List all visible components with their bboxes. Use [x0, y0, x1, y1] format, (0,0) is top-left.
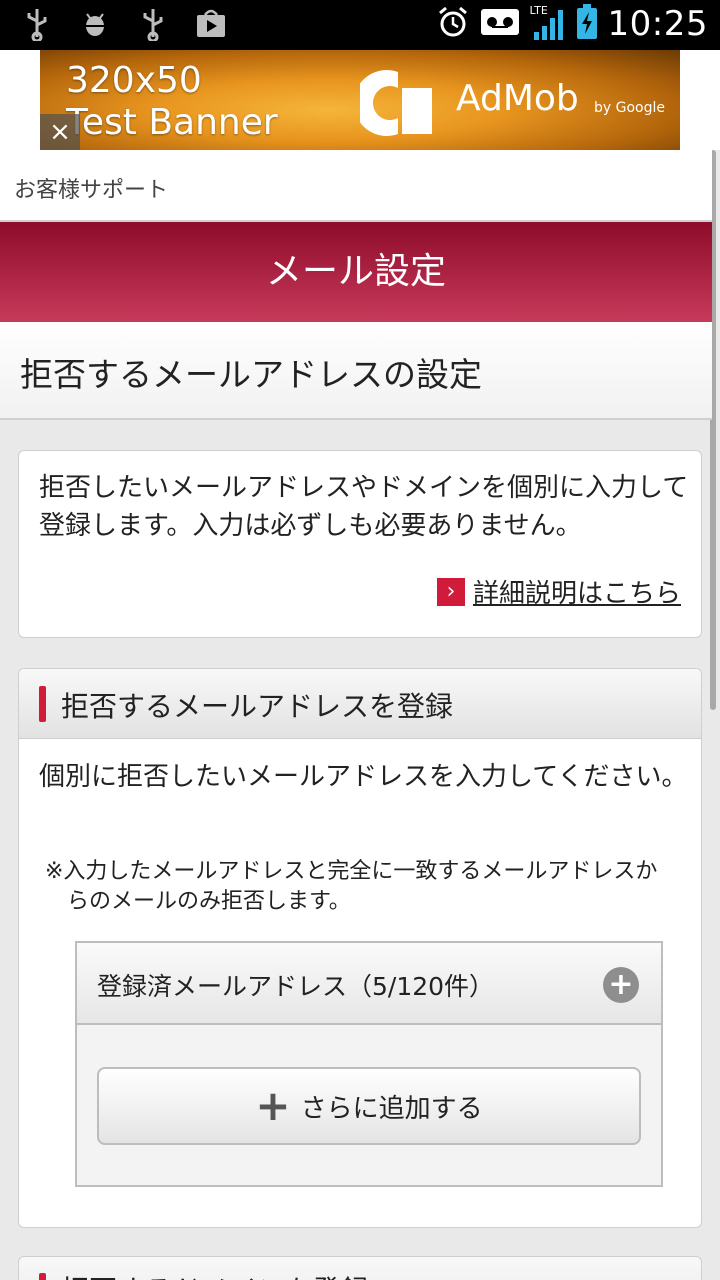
section-description: 個別に拒否したいメールアドレスを入力してください。 [39, 762, 688, 792]
ad-brand: AdMob [456, 78, 579, 119]
ad-banner-container: 320x50 Test Banner AdMob by Google × [0, 50, 720, 150]
ad-by-google: by Google [594, 100, 665, 116]
registered-addresses-title: 登録済メールアドレス（5/120件） [97, 972, 495, 1001]
breadcrumb: お客様サポート [0, 150, 712, 222]
page-subtitle-bar: 拒否するメールアドレスの設定 [0, 322, 712, 420]
registered-addresses-panel: 登録済メールアドレス（5/120件） + + さらに追加する [75, 941, 663, 1187]
add-more-button[interactable]: + さらに追加する [97, 1067, 641, 1145]
accent-bar [39, 1273, 46, 1280]
alarm-icon [436, 5, 470, 43]
section-title: 拒否するメールアドレスを登録 [61, 690, 454, 723]
play-store-icon [194, 6, 228, 42]
ad-size-label: 320x50 [66, 60, 202, 101]
expand-plus-icon[interactable]: + [603, 967, 639, 1003]
page-title: メール設定 [265, 251, 446, 292]
clock: 10:25 [607, 4, 708, 44]
detail-link[interactable]: › 詳細説明はこちら [436, 573, 681, 610]
android-debug-icon [78, 6, 112, 42]
battery-charging-icon [576, 4, 598, 44]
section-title: 拒否するドメインを登録 [61, 1269, 369, 1280]
registered-addresses-header[interactable]: 登録済メールアドレス（5/120件） + [77, 943, 661, 1025]
section-header: 拒否するメールアドレスを登録 [19, 669, 701, 739]
admob-logo-icon [360, 70, 432, 136]
info-card: 拒否したいメールアドレスやドメインを個別に入力して登録します。入力は必ずしも必要… [18, 450, 702, 638]
page-header: メール設定 [0, 222, 712, 322]
plus-icon: + [255, 1081, 291, 1130]
ad-test-label: Test Banner [66, 102, 278, 143]
section-note: ※入力したメールアドレスと完全に一致するメールアドレスからのメールのみ拒否します… [45, 859, 658, 914]
block-domain-section: 拒否するドメインを登録 [18, 1256, 702, 1280]
signal-icon: LTE [530, 4, 566, 42]
voicemail-icon [480, 7, 520, 41]
breadcrumb-link[interactable]: お客様サポート [14, 172, 168, 204]
status-bar: LTE 10:25 [0, 0, 720, 50]
page-subtitle: 拒否するメールアドレスの設定 [20, 355, 482, 394]
chevron-right-icon: › [436, 577, 465, 606]
close-icon[interactable]: × [40, 114, 80, 150]
ad-banner[interactable]: 320x50 Test Banner AdMob by Google [40, 50, 680, 150]
accent-bar [39, 686, 46, 722]
usb-icon [136, 6, 170, 42]
add-more-label: さらに追加する [300, 1093, 483, 1124]
detail-link-label[interactable]: 詳細説明はこちら [473, 573, 681, 610]
info-text: 拒否したいメールアドレスやドメインを個別に入力して登録します。入力は必ずしも必要… [39, 473, 689, 541]
usb-icon [20, 6, 54, 42]
block-address-section: 拒否するメールアドレスを登録 個別に拒否したいメールアドレスを入力してください。… [18, 668, 702, 1228]
